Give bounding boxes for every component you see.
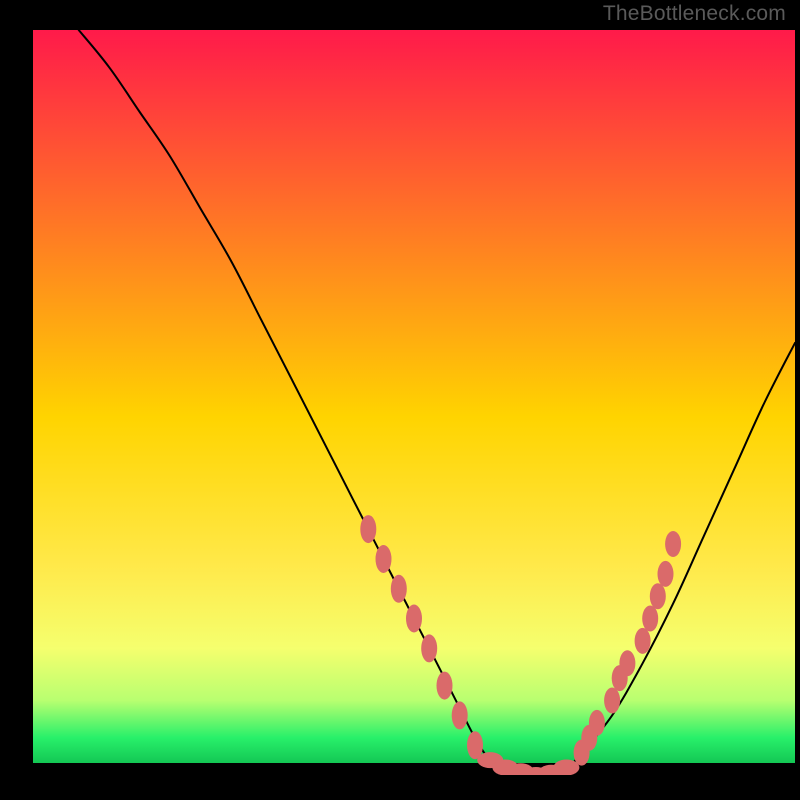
chart-stage: TheBottleneck.com	[0, 0, 800, 800]
curve-marker	[658, 561, 674, 587]
curve-marker	[421, 634, 437, 662]
curve-marker	[642, 606, 658, 632]
curve-marker	[650, 583, 666, 609]
curve-marker	[604, 688, 620, 714]
curve-marker	[376, 545, 392, 573]
curve-marker	[619, 650, 635, 676]
bottleneck-chart	[0, 0, 800, 800]
curve-marker	[665, 531, 681, 557]
watermark-text: TheBottleneck.com	[603, 2, 786, 26]
plot-bottom-strip	[33, 763, 795, 775]
curve-marker	[452, 701, 468, 729]
curve-marker	[589, 710, 605, 736]
curve-marker	[360, 515, 376, 543]
curve-marker	[391, 575, 407, 603]
curve-marker	[635, 628, 651, 654]
plot-background	[33, 30, 795, 775]
curve-marker	[437, 672, 453, 700]
curve-marker	[553, 760, 579, 776]
curve-marker	[406, 605, 422, 633]
